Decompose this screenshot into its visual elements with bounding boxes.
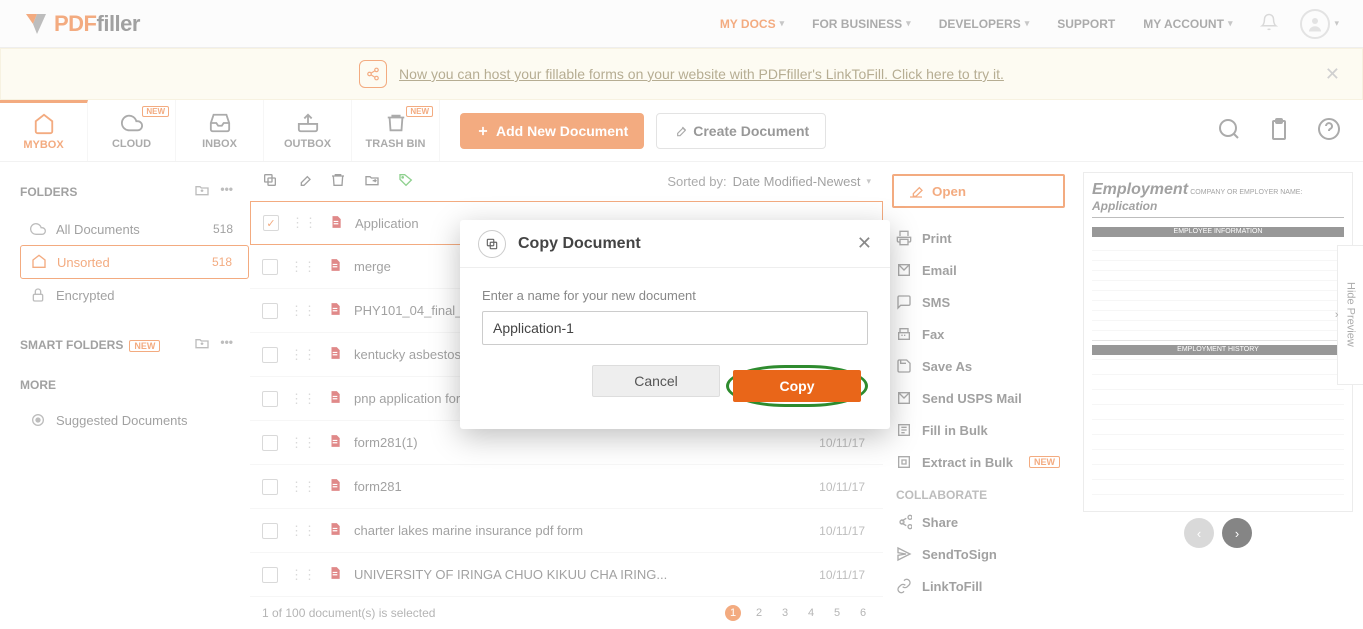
modal-header: Copy Document ✕ — [460, 220, 890, 268]
modal-label: Enter a name for your new document — [482, 288, 868, 303]
copy-icon — [478, 230, 506, 258]
copy-button[interactable]: Copy — [733, 370, 861, 402]
modal-body: Enter a name for your new document Cance… — [460, 268, 890, 429]
cancel-button[interactable]: Cancel — [592, 365, 720, 397]
highlight-annotation: Copy — [726, 365, 868, 407]
document-name-input[interactable] — [482, 311, 868, 345]
close-icon[interactable]: ✕ — [857, 233, 872, 254]
modal-title: Copy Document — [518, 235, 641, 253]
copy-document-modal: Copy Document ✕ Enter a name for your ne… — [460, 220, 890, 429]
modal-actions: Cancel Copy — [482, 365, 868, 407]
